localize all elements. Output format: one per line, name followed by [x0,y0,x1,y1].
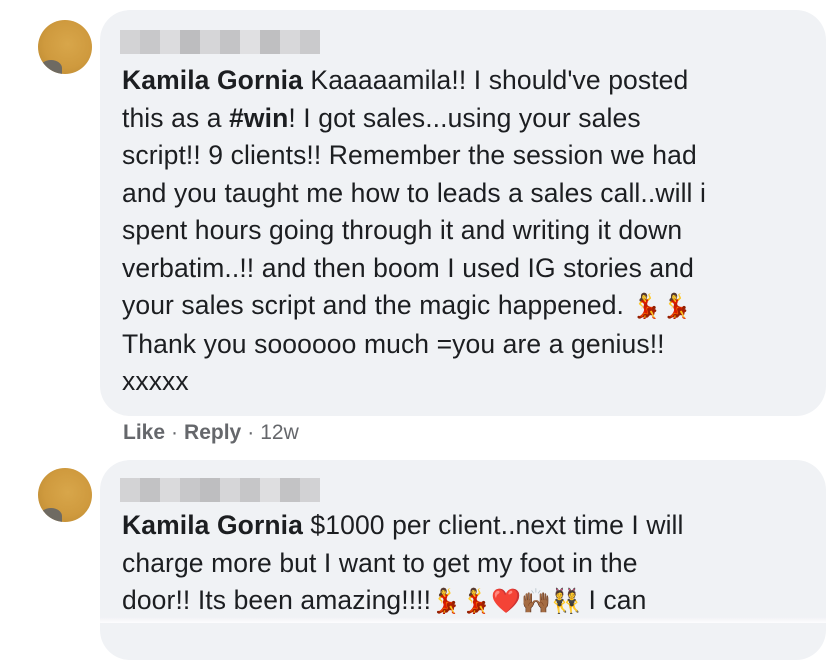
comment-2: Kamila Gornia $1000 per client..next tim… [0,460,840,660]
reply-button[interactable]: Reply [184,421,241,444]
scroll-fade [0,617,840,623]
avatar[interactable] [38,20,92,74]
hashtag-link[interactable]: #win [229,103,288,133]
comment-bubble: Kamila Gornia $1000 per client..next tim… [100,460,826,660]
separator: · [247,421,255,444]
author-name[interactable]: Kamila Gornia [122,510,303,540]
redacted-name [120,30,320,54]
emoji-group: 💃💃❤️🙌🏾👯 [431,587,582,615]
author-name[interactable]: Kamila Gornia [122,65,303,95]
comment-text: Kamila Gornia Kaaaaamila!! I should've p… [122,62,822,401]
comment-1: Kamila Gornia Kaaaaamila!! I should've p… [0,0,840,460]
comment-actions: Like · Reply · 12w [123,421,299,445]
comment-text-segment: I can [581,585,647,615]
avatar[interactable] [38,468,92,522]
like-button[interactable]: Like [123,421,165,444]
separator: · [171,421,179,444]
timestamp[interactable]: 12w [260,421,299,444]
comment-text: Kamila Gornia $1000 per client..next tim… [122,507,822,621]
emoji-group: 💃💃 [631,292,692,320]
comment-text-segment: Thank you soooooo much =you are a genius… [122,328,665,397]
redacted-name [120,478,320,502]
comment-bubble: Kamila Gornia Kaaaaamila!! I should've p… [100,10,826,416]
comment-text-segment: ! I got sales...using your sales script!… [122,102,706,321]
